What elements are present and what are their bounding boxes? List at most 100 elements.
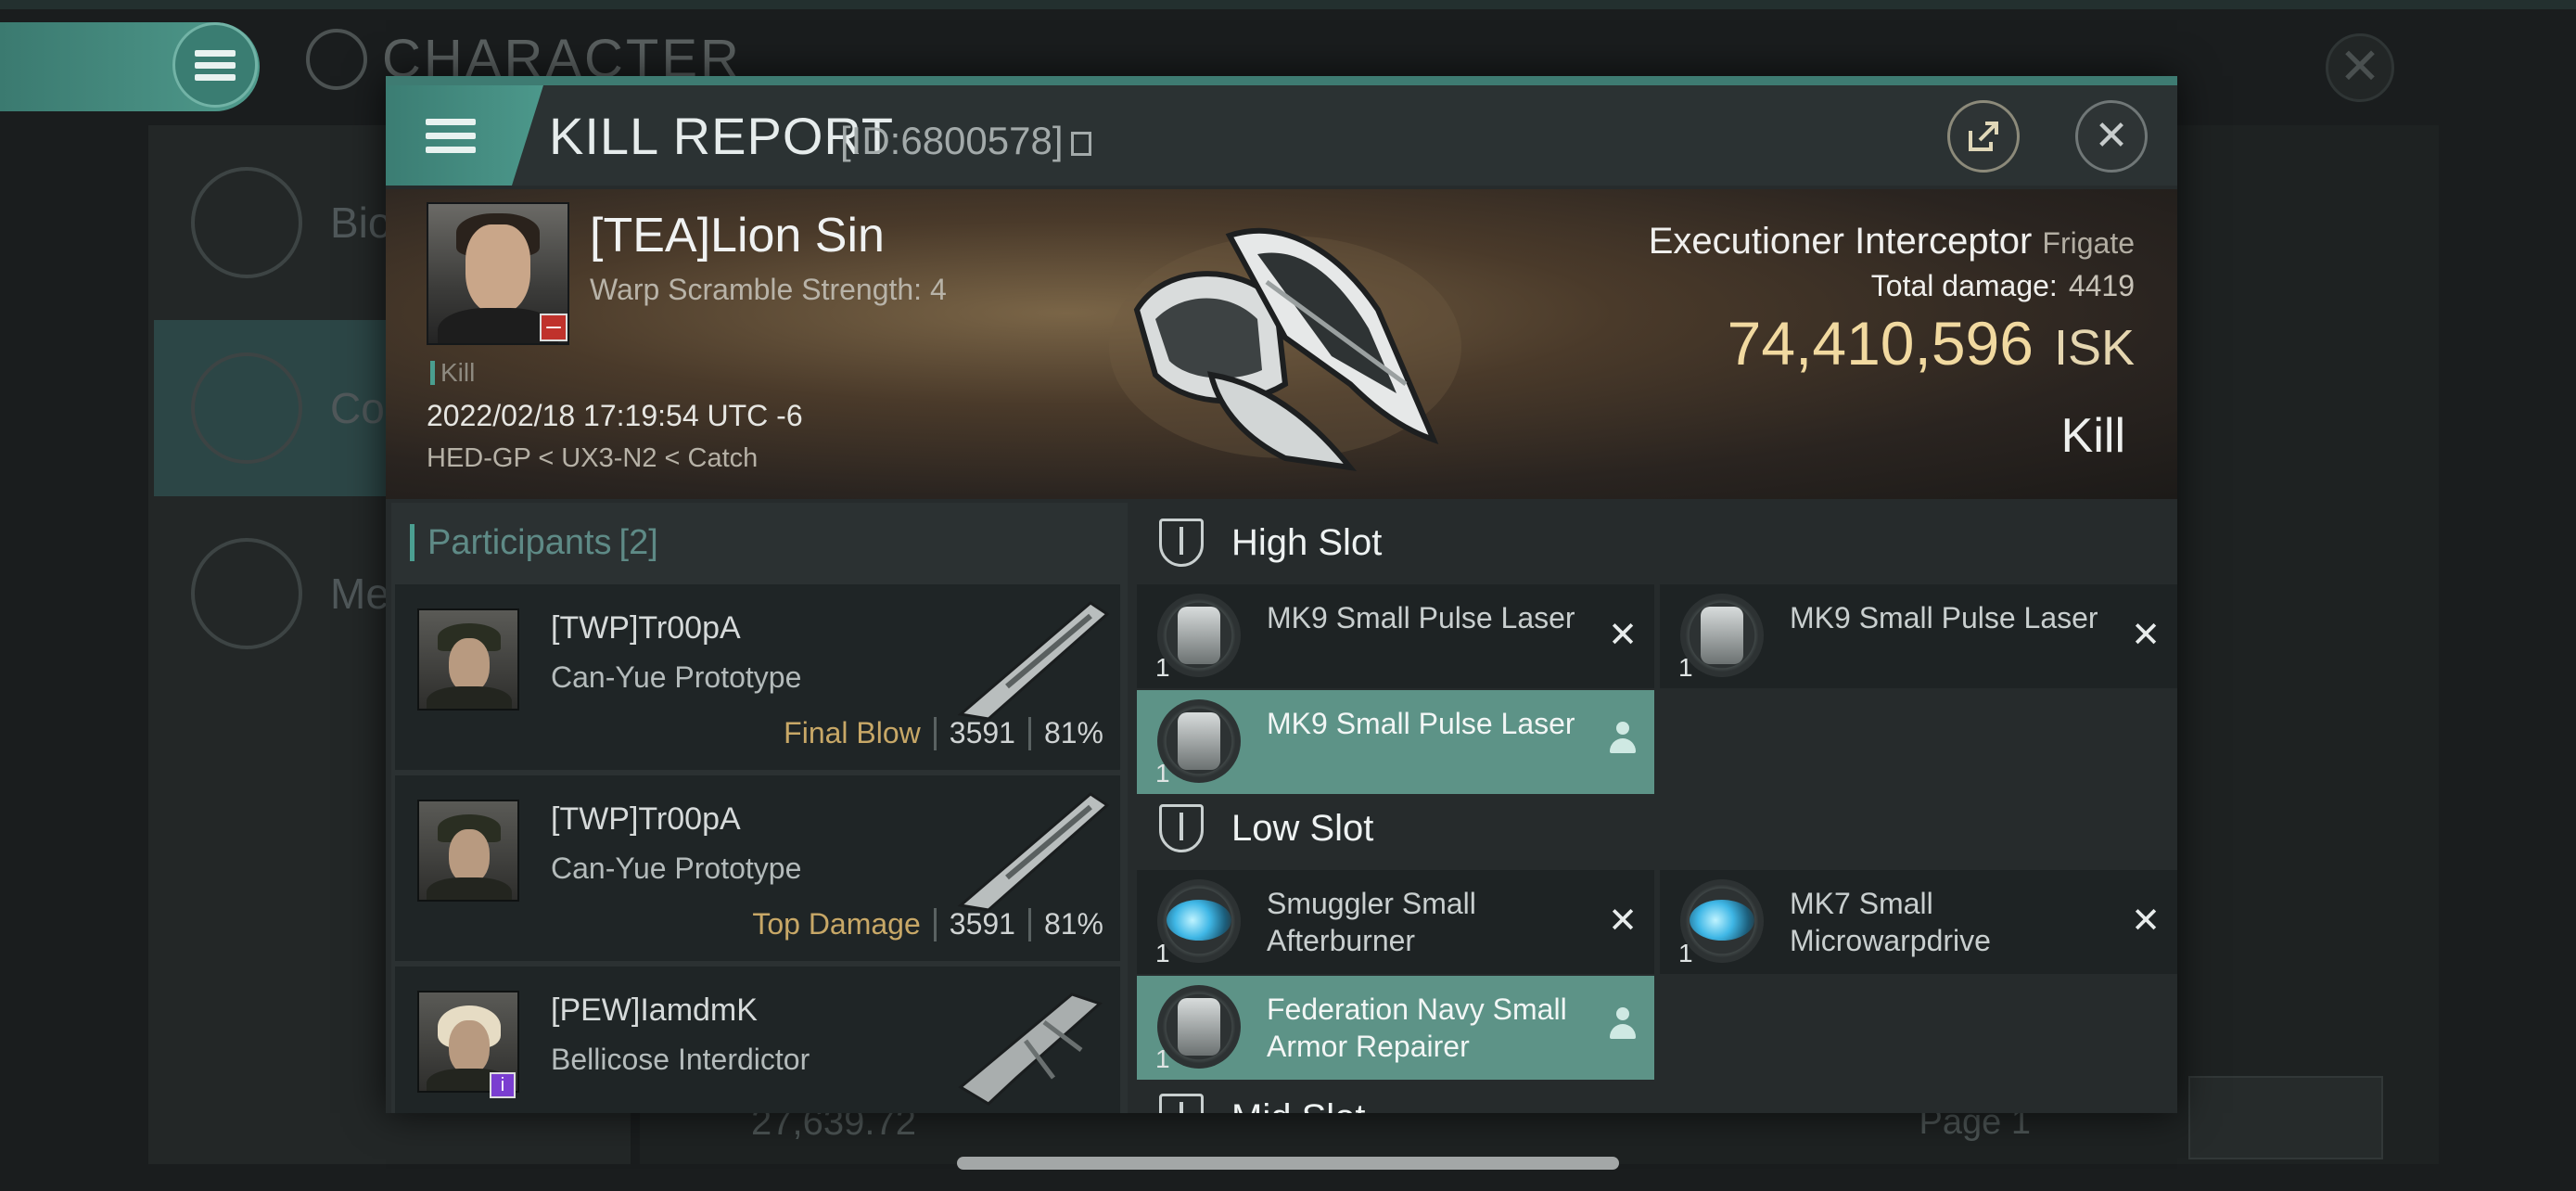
- report-id-text: [ID:6800578]: [840, 119, 1064, 162]
- final-blow-tag: Final Blow: [784, 716, 921, 749]
- dropped-person-icon: [1610, 722, 1636, 757]
- top-damage-tag: Top Damage: [752, 907, 921, 941]
- share-icon: [1969, 122, 1998, 151]
- kill-datetime: 2022/02/18 17:19:54 UTC -6: [427, 399, 803, 432]
- filter-button[interactable]: [2188, 1076, 2383, 1159]
- participant-row[interactable]: i [PEW]IamdmK Bellicose Interdictor: [395, 967, 1120, 1113]
- hamburger-icon: [426, 111, 476, 160]
- isk-amount: 74,410,596: [1727, 309, 2034, 378]
- module-qty: 1: [1155, 939, 1170, 967]
- participant-ship: Can-Yue Prototype: [551, 852, 802, 885]
- mid-slot-header: Mid Slot: [1137, 1078, 2177, 1113]
- ship-name-text: Executioner Interceptor: [1648, 221, 2033, 262]
- participants-panel[interactable]: Participants [2] [TWP]Tr00pA Can-Yue Prot…: [391, 503, 1128, 1113]
- mid-slot-label: Mid Slot: [1231, 1097, 1366, 1114]
- destroyed-icon: ✕: [2131, 902, 2161, 941]
- isk-unit: ISK: [2053, 320, 2135, 376]
- participant-name: [PEW]IamdmK: [551, 992, 758, 1028]
- module-qty: 1: [1155, 1044, 1170, 1073]
- participants-label: Participants: [427, 522, 612, 562]
- destroyed-icon: ✕: [2131, 616, 2161, 655]
- participant-portrait: [417, 800, 519, 902]
- high-slot-icon: [1159, 519, 1204, 567]
- low-slot-icon: [1159, 804, 1204, 852]
- module-item[interactable]: 1 Federation Navy Small Armor Repairer: [1137, 976, 1654, 1080]
- participant-damage: 3591: [949, 716, 1015, 749]
- module-qty: 1: [1678, 653, 1693, 682]
- top-edge: [0, 0, 2576, 9]
- character-close-button[interactable]: ✕: [2326, 33, 2394, 102]
- destroyed-icon: ✕: [1608, 616, 1638, 655]
- kill-report-modal: KILL REPORT [ID:6800578] ✕ – [TEA]Lion S…: [386, 76, 2177, 1113]
- victim-ship[interactable]: Executioner Interceptor Frigate: [1649, 221, 2135, 263]
- module-item[interactable]: 1 MK7 Small Microwarpdrive ✕: [1660, 870, 2177, 974]
- participant-percent: 81%: [1043, 716, 1103, 749]
- nav-item-label: Me: [330, 570, 389, 618]
- home-indicator[interactable]: [957, 1157, 1619, 1170]
- close-button[interactable]: ✕: [2075, 100, 2148, 173]
- destroyed-icon: ✕: [1608, 902, 1638, 941]
- module-name: Federation Navy Small Armor Repairer: [1267, 992, 1567, 1063]
- kill-result: Kill: [2060, 409, 2125, 463]
- participant-ship: Can-Yue Prototype: [551, 660, 802, 694]
- module-qty: 1: [1678, 939, 1693, 967]
- module-name: Smuggler Small Afterburner: [1267, 887, 1476, 957]
- module-name: MK9 Small Pulse Laser: [1267, 601, 1575, 634]
- participant-row[interactable]: [TWP]Tr00pA Can-Yue Prototype Top Damage…: [395, 775, 1120, 961]
- mid-slot-icon: [1159, 1094, 1204, 1113]
- participants-header: Participants [2]: [391, 503, 1128, 583]
- weapon-icon: [957, 601, 1110, 721]
- modal-menu-button[interactable]: [386, 85, 543, 186]
- weapon-icon: [958, 992, 1103, 1106]
- module-qty: 1: [1155, 653, 1170, 682]
- ship-image[interactable]: [1100, 198, 1471, 486]
- character-icon: [306, 28, 367, 90]
- participant-damage: 3591: [949, 907, 1015, 941]
- crossed-swords-icon: [191, 352, 302, 464]
- copy-icon[interactable]: [1070, 132, 1091, 156]
- kill-type-text: Kill: [440, 358, 476, 387]
- module-item[interactable]: 1 MK9 Small Pulse Laser ✕: [1137, 584, 1654, 688]
- module-name: MK7 Small Microwarpdrive: [1790, 887, 1991, 957]
- share-button[interactable]: [1947, 100, 2020, 173]
- participant-stats: Top Damage 3591 81%: [752, 907, 1103, 941]
- corp-badge: i: [490, 1072, 516, 1098]
- total-damage-value: 4419: [2068, 269, 2135, 302]
- participant-percent: 81%: [1043, 907, 1103, 941]
- isk-value: 74,410,596 ISK: [1728, 308, 2135, 378]
- victim-name[interactable]: [TEA]Lion Sin: [590, 208, 885, 263]
- modal-header: KILL REPORT [ID:6800578] ✕: [386, 85, 2177, 186]
- total-damage: Total damage: 4419: [1871, 269, 2135, 303]
- kill-type-tag: Kill: [430, 358, 475, 388]
- weapon-icon: [957, 792, 1110, 912]
- participant-ship: Bellicose Interdictor: [551, 1043, 810, 1076]
- module-item[interactable]: 1 Smuggler Small Afterburner ✕: [1137, 870, 1654, 974]
- report-id[interactable]: [ID:6800578]: [840, 119, 1091, 163]
- participant-portrait: [417, 608, 519, 711]
- module-name: MK9 Small Pulse Laser: [1267, 707, 1575, 740]
- participants-count: [2]: [618, 522, 658, 562]
- list-icon: [191, 167, 302, 278]
- module-qty: 1: [1155, 759, 1170, 788]
- module-name: MK9 Small Pulse Laser: [1790, 601, 2098, 634]
- hamburger-icon: [195, 45, 236, 86]
- star-icon: [191, 538, 302, 649]
- nav-item-label: Bio: [330, 198, 392, 247]
- participant-name: [TWP]Tr00pA: [551, 610, 741, 646]
- participant-row[interactable]: [TWP]Tr00pA Can-Yue Prototype Final Blow…: [395, 584, 1120, 770]
- victim-banner: – [TEA]Lion Sin Warp Scramble Strength: …: [386, 189, 2177, 499]
- low-slot-label: Low Slot: [1231, 807, 1374, 849]
- total-damage-label: Total damage:: [1870, 269, 2058, 302]
- high-slot-header: High Slot: [1137, 503, 2177, 583]
- module-item[interactable]: 1 MK9 Small Pulse Laser: [1137, 690, 1654, 794]
- module-item[interactable]: 1 MK9 Small Pulse Laser ✕: [1660, 584, 2177, 688]
- kill-location[interactable]: HED-GP < UX3-N2 < Catch: [427, 443, 758, 474]
- participant-stats: Final Blow 3591 81%: [784, 716, 1103, 750]
- low-slot-header: Low Slot: [1137, 788, 2177, 868]
- ship-class-text: Frigate: [2042, 226, 2135, 260]
- standing-badge: –: [540, 313, 567, 341]
- high-slot-label: High Slot: [1231, 521, 1383, 563]
- fitting-panel[interactable]: High Slot 1 MK9 Small Pulse Laser ✕ 1 MK…: [1137, 503, 2177, 1113]
- main-menu-button[interactable]: [172, 22, 258, 108]
- dropped-person-icon: [1610, 1007, 1636, 1043]
